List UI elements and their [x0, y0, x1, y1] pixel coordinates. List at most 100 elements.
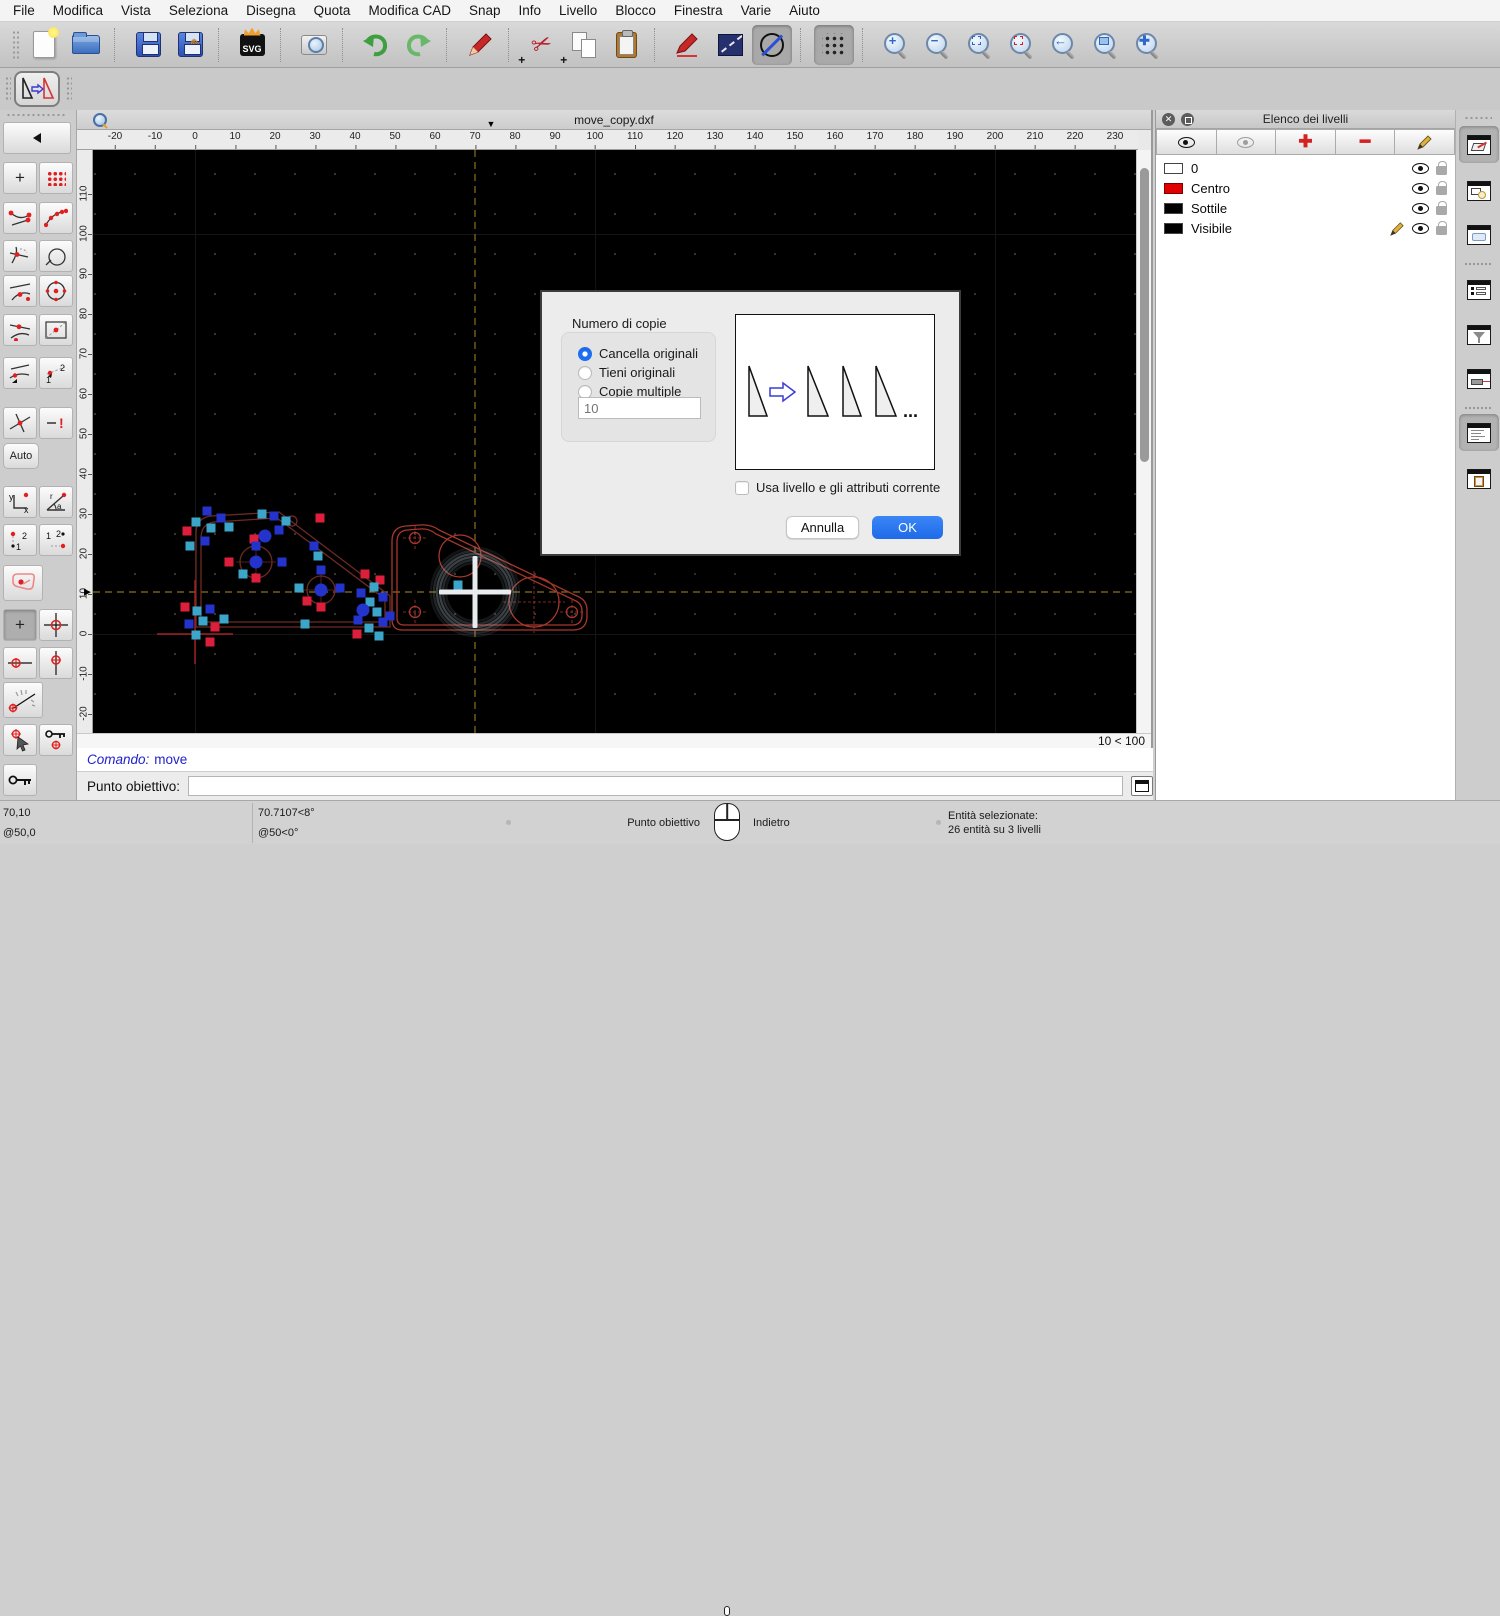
- snap-tangent-button[interactable]: [3, 275, 37, 307]
- snap-middle-button[interactable]: [39, 314, 73, 346]
- selection-handle[interactable]: [317, 603, 326, 612]
- menu-item[interactable]: File: [4, 0, 44, 22]
- redo-button[interactable]: [398, 25, 438, 65]
- selection-handle[interactable]: [258, 510, 267, 519]
- snap-free-button[interactable]: +: [3, 162, 37, 194]
- palette-drag-handle[interactable]: [6, 113, 66, 118]
- selection-handle[interactable]: [353, 630, 362, 639]
- selection-handle[interactable]: [354, 616, 363, 625]
- snap-distance-2-button[interactable]: 12: [39, 357, 73, 389]
- menu-item[interactable]: Modifica: [44, 0, 112, 22]
- radio-icon[interactable]: [578, 366, 592, 380]
- selection-handle[interactable]: [278, 558, 287, 567]
- cancel-button[interactable]: Annulla: [786, 516, 859, 539]
- selection-handle[interactable]: [282, 517, 291, 526]
- selection-handle[interactable]: [336, 584, 345, 593]
- selection-handle[interactable]: [217, 514, 226, 523]
- list-dock-button[interactable]: [1459, 271, 1499, 308]
- layer-lock-icon[interactable]: [1436, 186, 1447, 195]
- selection-handle[interactable]: [193, 607, 202, 616]
- selection-handle[interactable]: [199, 617, 208, 626]
- layer-row-sottile[interactable]: Sottile: [1156, 198, 1455, 218]
- new-file-button[interactable]: [24, 25, 64, 65]
- vertical-scrollbar[interactable]: [1136, 150, 1151, 733]
- zoom-in-button[interactable]: +: [876, 25, 916, 65]
- layer-row-centro[interactable]: Centro: [1156, 178, 1455, 198]
- layers-dock-button[interactable]: [1459, 126, 1499, 163]
- zoom-auto-button[interactable]: [960, 25, 1000, 65]
- zoom-selection-button[interactable]: [1002, 25, 1042, 65]
- document-title-bar[interactable]: move_copy.dxf: [77, 110, 1151, 130]
- selection-handle[interactable]: [357, 589, 366, 598]
- command-dock-button[interactable]: [1459, 414, 1499, 451]
- hide-all-layers-button[interactable]: [1217, 129, 1277, 155]
- clipboard-dock-button[interactable]: [1459, 460, 1499, 497]
- selection-handle[interactable]: [310, 542, 319, 551]
- snap-endpoints-button[interactable]: [3, 202, 37, 234]
- selection-handle[interactable]: [207, 524, 216, 533]
- menu-item[interactable]: Blocco: [606, 0, 665, 22]
- print-preview-button[interactable]: [294, 25, 334, 65]
- selection-handle[interactable]: [192, 631, 201, 640]
- use-current-layer-checkbox-row[interactable]: Usa livello e gli attributi corrente: [735, 480, 961, 495]
- selection-handle[interactable]: [186, 542, 195, 551]
- add-layer-button[interactable]: ✚: [1276, 129, 1336, 155]
- library-dock-button[interactable]: [1459, 216, 1499, 253]
- draw-circle-button[interactable]: [752, 25, 792, 65]
- layer-lock-icon[interactable]: [1436, 166, 1447, 175]
- snap-reference-button[interactable]: [3, 565, 43, 601]
- selection-handle[interactable]: [361, 570, 370, 579]
- layer-lock-icon[interactable]: [1436, 226, 1447, 235]
- selection-handle[interactable]: [185, 620, 194, 629]
- selection-handle[interactable]: [206, 605, 215, 614]
- toolbar-drag-handle[interactable]: [12, 30, 20, 60]
- restrict-angle-button[interactable]: [3, 682, 43, 718]
- selection-handle[interactable]: [275, 526, 284, 535]
- lock-relative-zero-button[interactable]: [3, 764, 37, 796]
- undo-button[interactable]: [356, 25, 396, 65]
- svg-export-button[interactable]: SVG: [232, 25, 272, 65]
- snap-distance-1-button[interactable]: [3, 357, 37, 389]
- selection-handle[interactable]: [317, 566, 326, 575]
- menu-item[interactable]: Varie: [732, 0, 781, 22]
- layer-visible-icon[interactable]: [1412, 163, 1429, 174]
- radio-keep-originals[interactable]: Tieni originali: [578, 365, 675, 380]
- selection-handle[interactable]: [201, 537, 210, 546]
- selection-handle[interactable]: [239, 570, 248, 579]
- selection-handle[interactable]: [379, 593, 388, 602]
- layer-panel-header[interactable]: ✕ Elenco dei livelli: [1156, 110, 1455, 129]
- zoom-pan-button[interactable]: ✚: [1128, 25, 1168, 65]
- open-file-button[interactable]: [66, 25, 106, 65]
- selection-handle[interactable]: [225, 558, 234, 567]
- snap-restrict-button[interactable]: !: [39, 407, 73, 439]
- selection-handle[interactable]: [295, 584, 304, 593]
- menu-item[interactable]: Livello: [550, 0, 606, 22]
- selection-handle[interactable]: [270, 512, 279, 521]
- selection-handle[interactable]: [315, 584, 328, 597]
- radio-selected-icon[interactable]: [578, 347, 592, 361]
- selection-handle[interactable]: [183, 527, 192, 536]
- pen-dock-button[interactable]: [1459, 360, 1499, 397]
- selection-handle[interactable]: [181, 603, 190, 612]
- snap-points-button[interactable]: [39, 202, 73, 234]
- delete-button[interactable]: [460, 25, 500, 65]
- relative-point-2-button[interactable]: 12: [39, 524, 73, 556]
- filter-dock-button[interactable]: [1459, 316, 1499, 353]
- menu-item[interactable]: Aiuto: [780, 0, 829, 22]
- command-window-button[interactable]: [1131, 776, 1153, 796]
- selection-handle[interactable]: [301, 620, 310, 629]
- layer-visible-icon[interactable]: [1412, 183, 1429, 194]
- copies-count-input[interactable]: [578, 397, 701, 419]
- selection-handle[interactable]: [375, 632, 384, 641]
- command-input[interactable]: [188, 776, 1123, 796]
- selection-handle[interactable]: [220, 615, 229, 624]
- selection-handle[interactable]: [203, 507, 212, 516]
- selection-handle[interactable]: [365, 624, 374, 633]
- show-all-layers-button[interactable]: [1156, 129, 1217, 155]
- layer-lock-icon[interactable]: [1436, 206, 1447, 215]
- zoom-window-button[interactable]: [1086, 25, 1126, 65]
- menu-item[interactable]: Info: [510, 0, 551, 22]
- menu-item[interactable]: Vista: [112, 0, 160, 22]
- menu-item[interactable]: Disegna: [237, 0, 305, 22]
- save-button[interactable]: [128, 25, 168, 65]
